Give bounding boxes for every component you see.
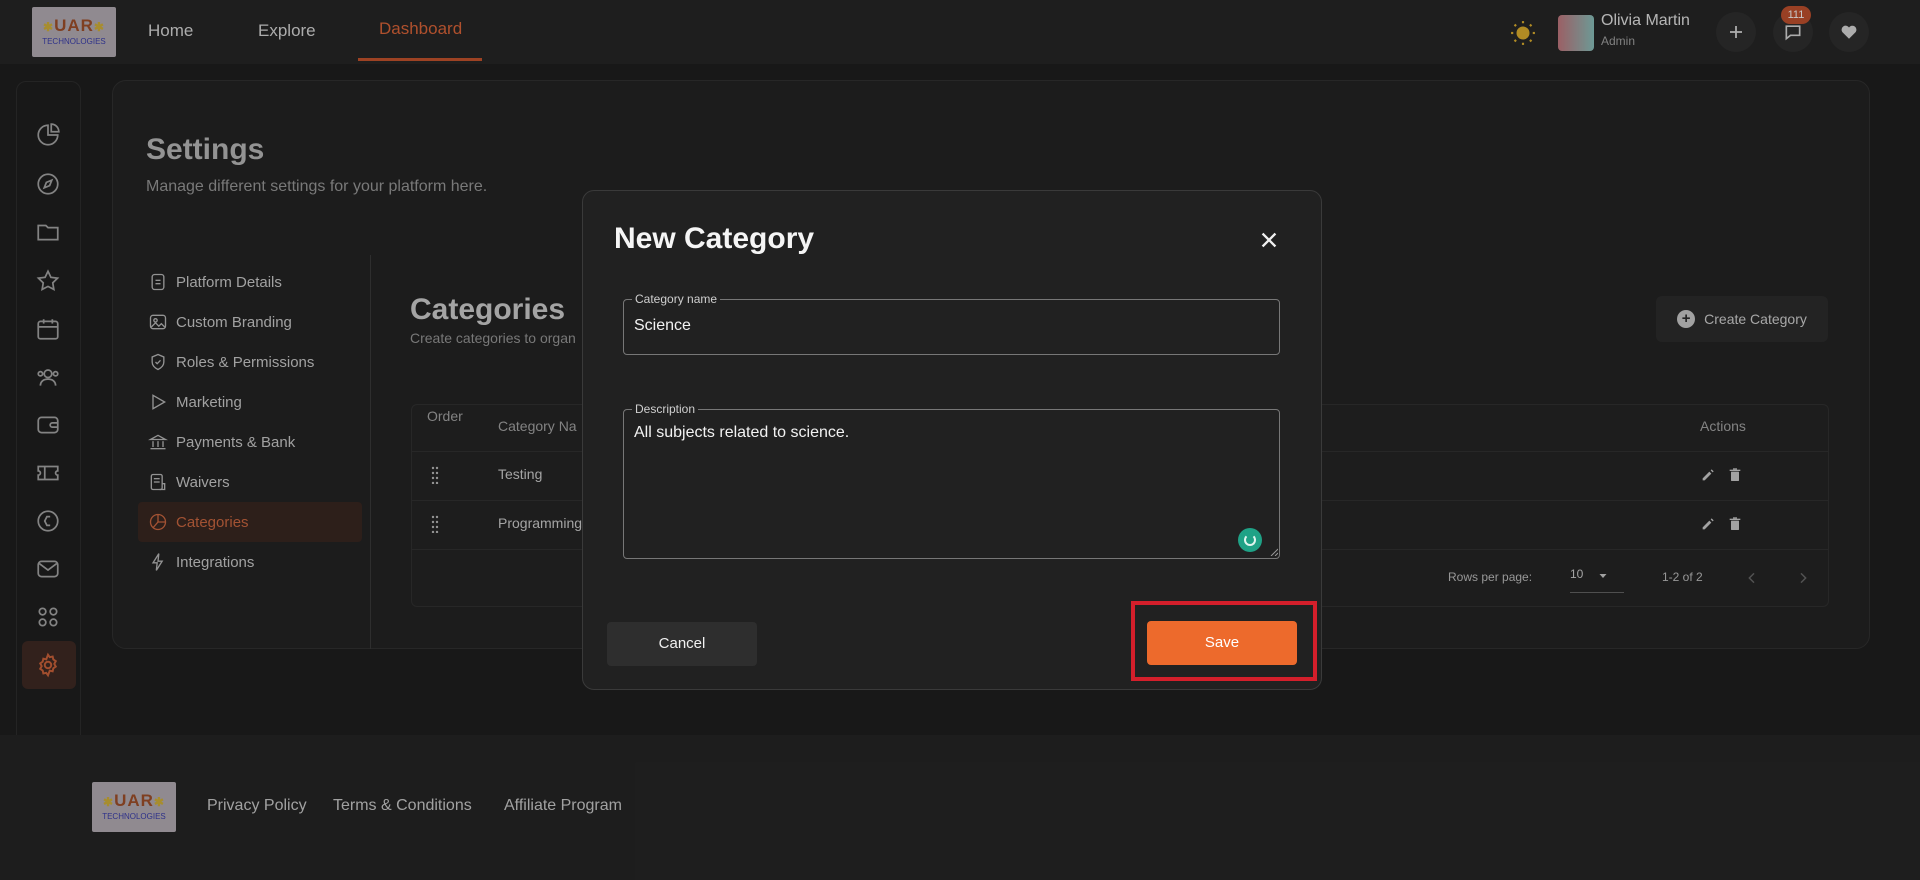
close-icon[interactable] [1258, 229, 1280, 251]
resize-handle-icon[interactable] [1270, 548, 1278, 556]
dialog-title: New Category [614, 222, 815, 255]
cancel-button[interactable]: Cancel [607, 622, 757, 666]
grammar-assistant-icon[interactable] [1238, 528, 1262, 552]
category-name-value[interactable]: Science [634, 317, 691, 335]
description-value[interactable]: All subjects related to science. [634, 424, 849, 442]
save-button[interactable]: Save [1147, 621, 1297, 665]
description-label: Description [632, 402, 699, 416]
category-name-input[interactable] [623, 299, 1280, 355]
category-name-label: Category name [632, 292, 721, 306]
